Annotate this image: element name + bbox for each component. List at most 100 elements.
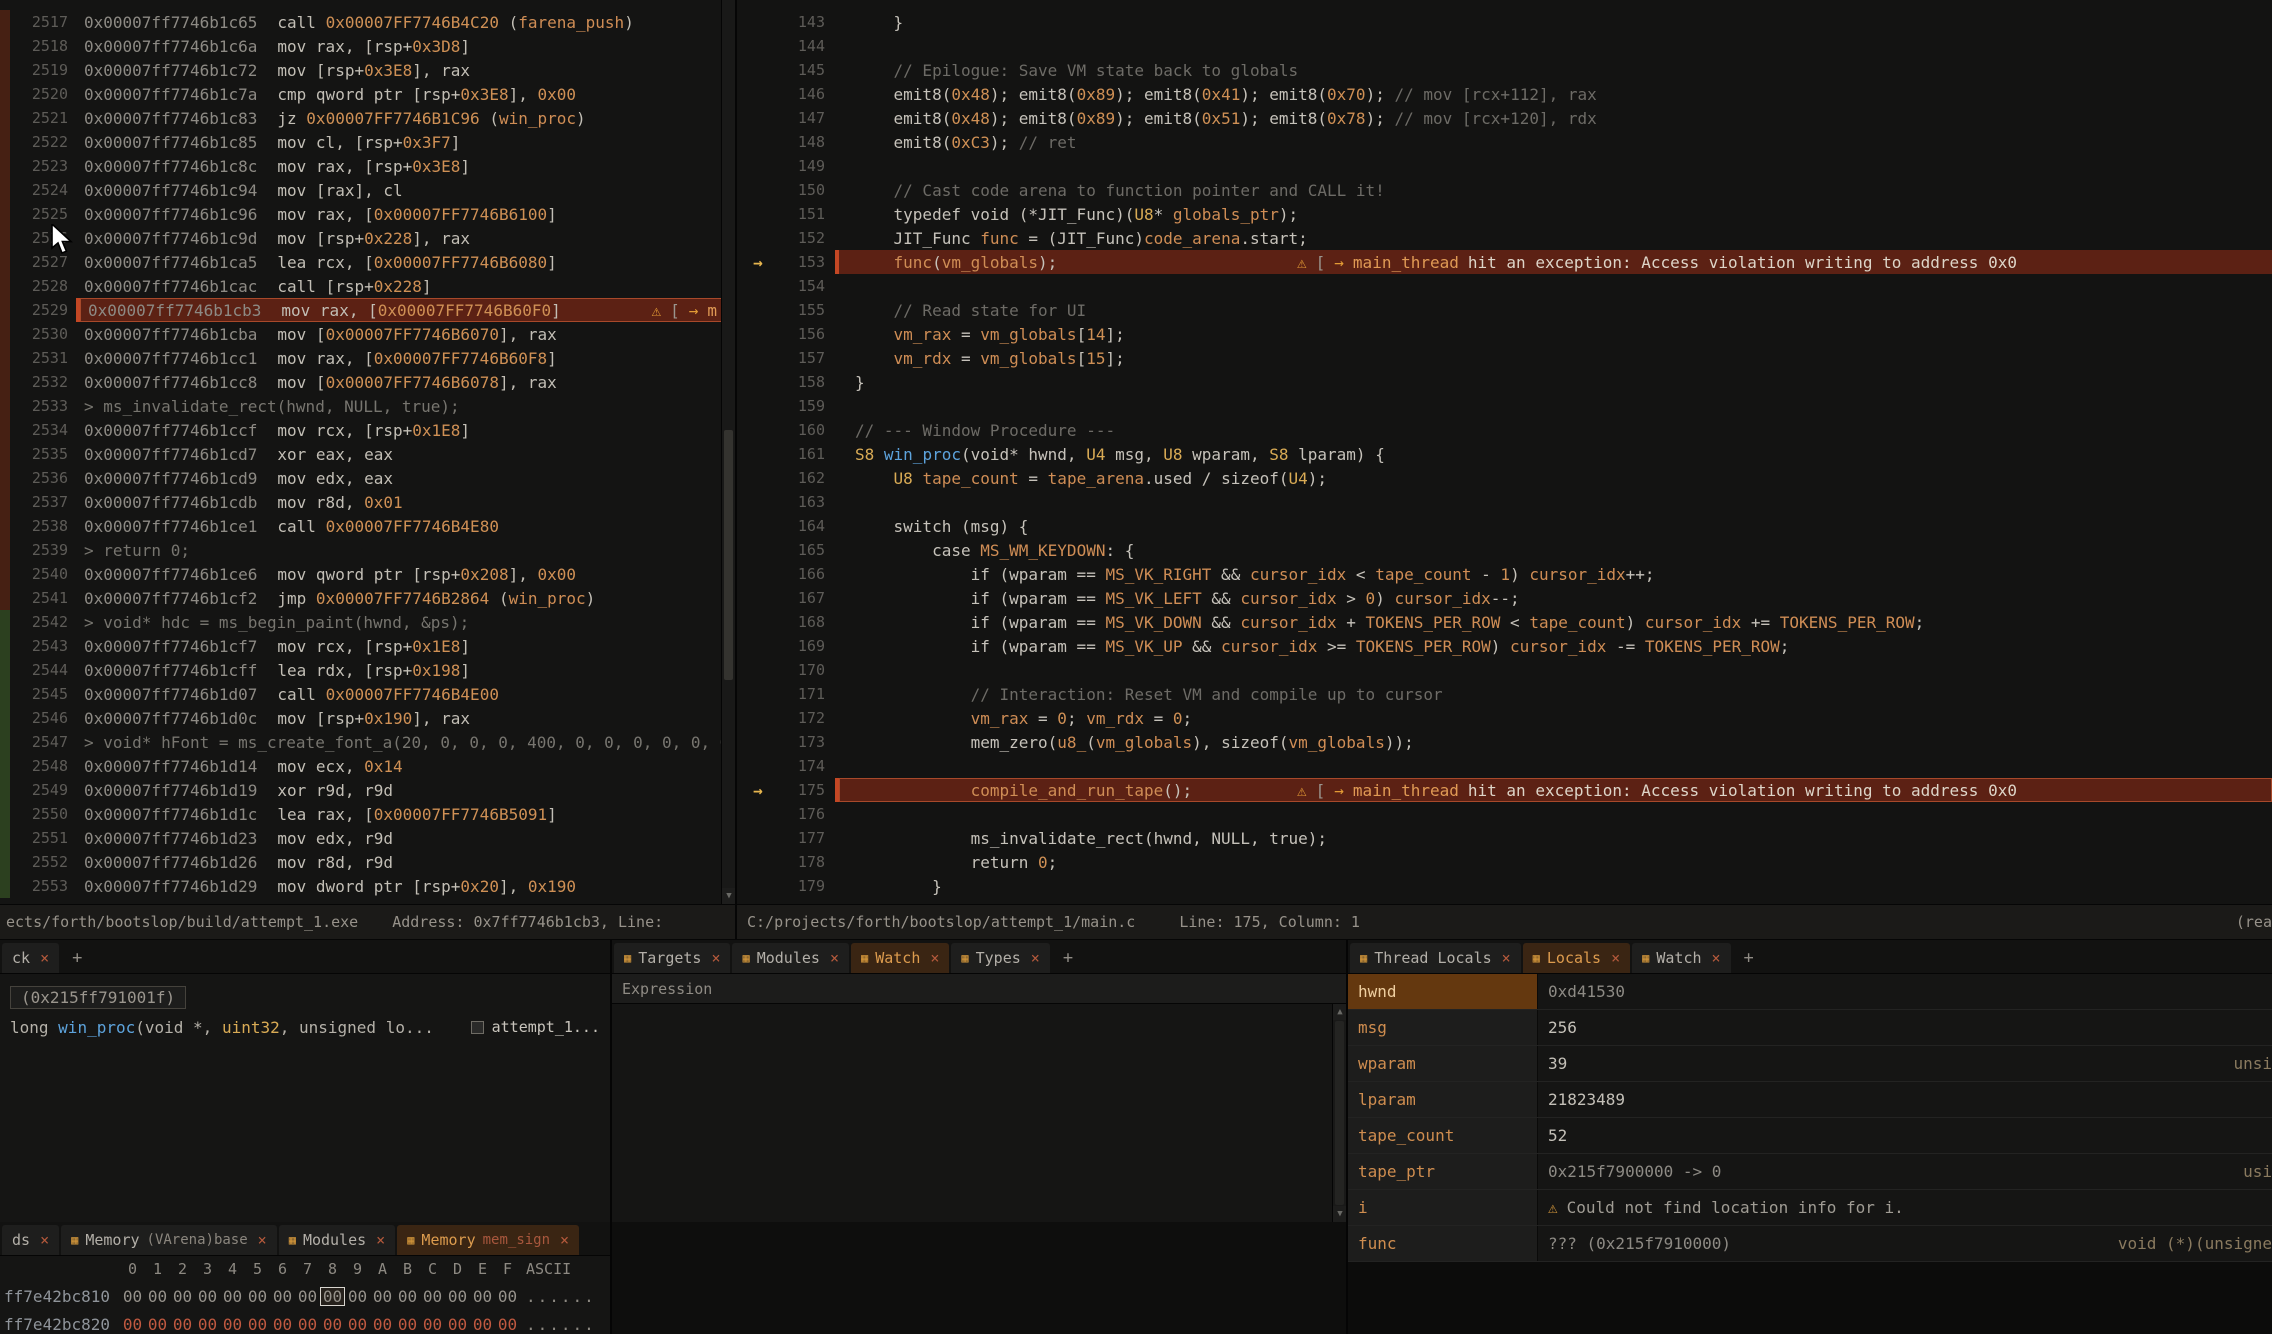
disasm-line[interactable]: 25430x00007ff7746b1cf7mov rcx, [rsp+0x1E… [0, 634, 735, 658]
source-line[interactable]: 167 if (wparam == MS_VK_LEFT && cursor_i… [737, 586, 2272, 610]
memory-byte[interactable]: 00 [445, 1287, 470, 1306]
tab-watch[interactable]: ▦Watch× [1632, 943, 1730, 973]
goto-thread-icon[interactable]: → [1334, 781, 1344, 800]
disasm-line[interactable]: 25290x00007ff7746b1cb3mov rax, [0x00007F… [0, 298, 735, 322]
tab-memory[interactable]: ▦Memory(VArena)base× [61, 1225, 277, 1255]
source-line[interactable]: 146 emit8(0x48); emit8(0x89); emit8(0x41… [737, 82, 2272, 106]
disasm-line[interactable]: 25240x00007ff7746b1c94mov [rax], cl [0, 178, 735, 202]
memory-byte[interactable]: 00 [120, 1315, 145, 1334]
source-line[interactable]: 170 [737, 658, 2272, 682]
locals-row[interactable]: tape_ptr0x215f7900000 -> 0usi [1348, 1154, 2272, 1190]
local-value[interactable]: 256 [1538, 1010, 2272, 1045]
disasm-line[interactable]: 25500x00007ff7746b1d1clea rax, [0x00007F… [0, 802, 735, 826]
local-name[interactable]: wparam [1348, 1046, 1538, 1081]
close-icon[interactable]: × [258, 1231, 267, 1249]
tab-thread-locals[interactable]: ▦Thread Locals× [1350, 943, 1521, 973]
source-line[interactable]: 168 if (wparam == MS_VK_DOWN && cursor_i… [737, 610, 2272, 634]
memory-byte[interactable]: 00 [295, 1315, 320, 1334]
disasm-line[interactable]: 25270x00007ff7746b1ca5lea rcx, [0x00007F… [0, 250, 735, 274]
memory-byte[interactable]: 00 [145, 1315, 170, 1334]
local-value[interactable]: ??? (0x215f7910000)void (*)(unsigne [1538, 1226, 2272, 1261]
source-line[interactable]: 160// --- Window Procedure --- [737, 418, 2272, 442]
close-icon[interactable]: × [930, 949, 939, 967]
memory-byte[interactable]: 00 [495, 1315, 520, 1334]
source-line[interactable]: 158} [737, 370, 2272, 394]
disasm-line[interactable]: 25250x00007ff7746b1c96mov rax, [0x00007F… [0, 202, 735, 226]
source-line[interactable]: 179 } [737, 874, 2272, 898]
locals-row[interactable]: lparam21823489 [1348, 1082, 2272, 1118]
locals-row[interactable]: wparam39unsi [1348, 1046, 2272, 1082]
close-icon[interactable]: × [376, 1231, 385, 1249]
memory-byte[interactable]: 00 [395, 1287, 420, 1306]
disasm-line[interactable]: 25370x00007ff7746b1cdbmov r8d, 0x01 [0, 490, 735, 514]
close-icon[interactable]: × [830, 949, 839, 967]
source-line[interactable]: 176 [737, 802, 2272, 826]
tab-memory[interactable]: ▦Memorymem_sign× [397, 1225, 579, 1255]
local-name[interactable]: tape_ptr [1348, 1154, 1538, 1189]
memory-byte[interactable]: 00 [320, 1287, 345, 1306]
memory-byte[interactable]: 00 [470, 1315, 495, 1334]
add-tab-button[interactable]: + [1052, 943, 1084, 973]
local-name[interactable]: hwnd [1348, 974, 1538, 1009]
close-icon[interactable]: × [1502, 949, 1511, 967]
locals-row[interactable]: func??? (0x215f7910000)void (*)(unsigne [1348, 1226, 2272, 1262]
local-name[interactable]: i [1348, 1190, 1538, 1225]
source-line[interactable]: 155 // Read state for UI [737, 298, 2272, 322]
local-name[interactable]: tape_count [1348, 1118, 1538, 1153]
disasm-line[interactable]: 25180x00007ff7746b1c6amov rax, [rsp+0x3D… [0, 34, 735, 58]
source-line[interactable]: 169 if (wparam == MS_VK_UP && cursor_idx… [737, 634, 2272, 658]
disasm-line[interactable]: 25260x00007ff7746b1c9dmov [rsp+0x228], r… [0, 226, 735, 250]
tab-targets[interactable]: ▦Targets× [614, 943, 730, 973]
tab-ck[interactable]: ck× [2, 943, 59, 973]
tab-modules[interactable]: ▦Modules× [732, 943, 848, 973]
source-line[interactable]: 148 emit8(0xC3); // ret [737, 130, 2272, 154]
tab-types[interactable]: ▦Types× [951, 943, 1049, 973]
locals-row[interactable]: tape_count52 [1348, 1118, 2272, 1154]
memory-byte[interactable]: 00 [120, 1287, 145, 1306]
add-tab-button[interactable]: + [1733, 943, 1765, 973]
disasm-line[interactable]: 25340x00007ff7746b1ccfmov rcx, [rsp+0x1E… [0, 418, 735, 442]
tab-watch[interactable]: ▦Watch× [851, 943, 949, 973]
close-icon[interactable]: × [1031, 949, 1040, 967]
memory-byte[interactable]: 00 [195, 1287, 220, 1306]
memory-byte[interactable]: 00 [420, 1315, 445, 1334]
callstack-frame[interactable]: long win_proc(void *, uint32, unsigned l… [0, 1012, 610, 1042]
disasm-line[interactable]: 25530x00007ff7746b1d29mov dword ptr [rsp… [0, 874, 735, 898]
scrollbar-thumb[interactable] [724, 430, 733, 680]
source-line[interactable]: 156 vm_rax = vm_globals[14]; [737, 322, 2272, 346]
memory-byte[interactable]: 00 [195, 1315, 220, 1334]
local-value[interactable]: 0x215f7900000 -> 0usi [1538, 1154, 2272, 1189]
memory-byte[interactable]: 00 [220, 1287, 245, 1306]
disasm-line[interactable]: 2547> void* hFont = ms_create_font_a(20,… [0, 730, 735, 754]
tab-modules[interactable]: ▦Modules× [279, 1225, 395, 1255]
memory-byte[interactable]: 00 [470, 1287, 495, 1306]
disasm-line[interactable]: 25360x00007ff7746b1cd9mov edx, eax [0, 466, 735, 490]
scroll-down-icon[interactable]: ▼ [722, 888, 736, 904]
disasm-line[interactable]: 25410x00007ff7746b1cf2jmp 0x00007FF7746B… [0, 586, 735, 610]
source-line[interactable]: 159 [737, 394, 2272, 418]
source-line[interactable]: 173 mem_zero(u8_(vm_globals), sizeof(vm_… [737, 730, 2272, 754]
source-line[interactable]: 163 [737, 490, 2272, 514]
source-line[interactable]: 174 [737, 754, 2272, 778]
memory-byte[interactable]: 00 [495, 1287, 520, 1306]
memory-byte[interactable]: 00 [245, 1315, 270, 1334]
disasm-line[interactable]: 2533> ms_invalidate_rect(hwnd, NULL, tru… [0, 394, 735, 418]
source-line[interactable]: 154 [737, 274, 2272, 298]
memory-byte[interactable]: 00 [370, 1315, 395, 1334]
local-name[interactable]: lparam [1348, 1082, 1538, 1117]
local-value[interactable]: 0xd41530 [1538, 974, 2272, 1009]
disasm-line[interactable]: 25510x00007ff7746b1d23mov edx, r9d [0, 826, 735, 850]
memory-byte[interactable]: 00 [220, 1315, 245, 1334]
goto-thread-icon[interactable]: → [1334, 253, 1344, 272]
source-line[interactable]: 166 if (wparam == MS_VK_RIGHT && cursor_… [737, 562, 2272, 586]
disasm-line[interactable]: 25310x00007ff7746b1cc1mov rax, [0x00007F… [0, 346, 735, 370]
memory-byte[interactable]: 00 [170, 1315, 195, 1334]
disasm-line[interactable]: 25190x00007ff7746b1c72mov [rsp+0x3E8], r… [0, 58, 735, 82]
local-name[interactable]: msg [1348, 1010, 1538, 1045]
disasm-line[interactable]: 25380x00007ff7746b1ce1call 0x00007FF7746… [0, 514, 735, 538]
close-icon[interactable]: × [711, 949, 720, 967]
disasm-scrollbar[interactable]: ▼ [721, 0, 735, 904]
disasm-line[interactable]: 25200x00007ff7746b1c7acmp qword ptr [rsp… [0, 82, 735, 106]
source-line[interactable]: 143 } [737, 10, 2272, 34]
source-line[interactable]: 171 // Interaction: Reset VM and compile… [737, 682, 2272, 706]
